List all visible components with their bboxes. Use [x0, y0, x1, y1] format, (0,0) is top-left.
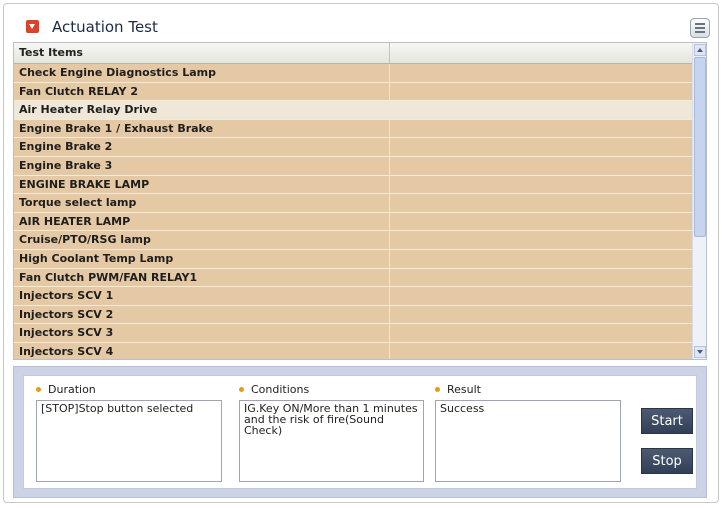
- collapse-arrow-icon[interactable]: [26, 20, 39, 33]
- chevron-up-icon: [697, 48, 703, 52]
- test-item-value: [390, 231, 692, 249]
- table-row[interactable]: Torque select lamp: [14, 194, 692, 213]
- table-row[interactable]: Fan Clutch PWM/FAN RELAY1: [14, 268, 692, 288]
- test-item-value: [390, 287, 692, 305]
- table-row[interactable]: ENGINE BRAKE LAMP: [14, 175, 692, 195]
- page-title: Actuation Test: [52, 18, 158, 36]
- table-row[interactable]: Cruise/PTO/RSG lamp: [14, 231, 692, 250]
- conditions-label: Conditions: [251, 383, 310, 396]
- test-item-value: [390, 138, 692, 156]
- test-item-name: Engine Brake 2: [14, 138, 390, 156]
- result-field[interactable]: Success: [435, 400, 621, 482]
- test-item-value: [390, 120, 692, 138]
- scrollbar-thumb[interactable]: [694, 57, 706, 237]
- details-panel-inner: Duration [STOP]Stop button selected Cond…: [23, 375, 697, 489]
- test-item-value: [390, 176, 692, 194]
- test-item-name: Injectors SCV 1: [14, 287, 390, 305]
- bullet-icon: [36, 387, 41, 392]
- column-header-test-items[interactable]: Test Items: [14, 43, 390, 63]
- test-item-value: [390, 213, 692, 231]
- test-item-name: Air Heater Relay Drive: [14, 101, 390, 119]
- menu-icon-line: [695, 27, 705, 29]
- test-item-name: Injectors SCV 3: [14, 324, 390, 342]
- table-row[interactable]: Check Engine Diagnostics Lamp: [14, 64, 692, 83]
- test-item-value: [390, 101, 692, 119]
- test-item-value: [390, 64, 692, 82]
- duration-field[interactable]: [STOP]Stop button selected: [36, 400, 222, 482]
- table-body: Check Engine Diagnostics Lamp Fan Clutch …: [14, 64, 692, 359]
- test-item-name: Engine Brake 1 / Exhaust Brake: [14, 119, 390, 138]
- table-row[interactable]: Fan Clutch RELAY 2: [14, 82, 692, 102]
- test-item-name: AIR HEATER LAMP: [14, 212, 390, 231]
- table-row[interactable]: Engine Brake 1 / Exhaust Brake: [14, 119, 692, 139]
- test-item-value: [390, 306, 692, 324]
- test-item-value: [390, 250, 692, 268]
- table-row[interactable]: Engine Brake 2: [14, 138, 692, 157]
- menu-icon-line: [695, 31, 705, 33]
- duration-label: Duration: [48, 383, 96, 396]
- test-item-name: Engine Brake 3: [14, 156, 390, 175]
- test-item-name: Cruise/PTO/RSG lamp: [14, 231, 390, 249]
- column-header-blank[interactable]: [390, 43, 692, 63]
- test-item-name: Fan Clutch RELAY 2: [14, 82, 390, 101]
- result-label: Result: [447, 383, 481, 396]
- table-row[interactable]: High Coolant Temp Lamp: [14, 249, 692, 269]
- table-row[interactable]: Injectors SCV 2: [14, 305, 692, 325]
- test-item-name: High Coolant Temp Lamp: [14, 249, 390, 268]
- test-item-name: Injectors SCV 2: [14, 305, 390, 324]
- table-row[interactable]: Injectors SCV 1: [14, 287, 692, 306]
- test-item-name: ENGINE BRAKE LAMP: [14, 175, 390, 194]
- bullet-icon: [239, 387, 244, 392]
- test-item-value: [390, 83, 692, 101]
- bullet-icon: [435, 387, 440, 392]
- table-row[interactable]: Engine Brake 3: [14, 156, 692, 176]
- table-row[interactable]: Injectors SCV 3: [14, 324, 692, 343]
- test-item-value: [390, 157, 692, 175]
- table-row[interactable]: Injectors SCV 4: [14, 342, 692, 359]
- start-button[interactable]: Start: [641, 408, 693, 434]
- scroll-up-button[interactable]: [694, 44, 706, 56]
- title-bar: Actuation Test: [24, 14, 664, 43]
- chevron-down-icon: [697, 350, 703, 354]
- conditions-field[interactable]: IG.Key ON/More than 1 minutes and the ri…: [239, 400, 424, 482]
- test-item-value: [390, 269, 692, 287]
- vertical-scrollbar[interactable]: [692, 43, 706, 359]
- table-row[interactable]: Air Heater Relay Drive: [14, 101, 692, 120]
- test-item-name: Check Engine Diagnostics Lamp: [14, 64, 390, 82]
- test-item-name: Fan Clutch PWM/FAN RELAY1: [14, 268, 390, 287]
- test-item-value: [390, 343, 692, 359]
- table-header: Test Items: [14, 43, 692, 64]
- details-panel: Duration [STOP]Stop button selected Cond…: [13, 366, 707, 498]
- menu-icon: [695, 23, 705, 25]
- test-items-table: Test Items Check Engine Diagnostics Lamp…: [13, 42, 707, 360]
- table-row[interactable]: AIR HEATER LAMP: [14, 212, 692, 232]
- test-item-name: Torque select lamp: [14, 194, 390, 212]
- scroll-down-button[interactable]: [694, 346, 706, 358]
- test-item-name: Injectors SCV 4: [14, 342, 390, 359]
- test-item-value: [390, 194, 692, 212]
- menu-button[interactable]: [690, 18, 710, 38]
- test-item-value: [390, 324, 692, 342]
- stop-button[interactable]: Stop: [641, 448, 693, 474]
